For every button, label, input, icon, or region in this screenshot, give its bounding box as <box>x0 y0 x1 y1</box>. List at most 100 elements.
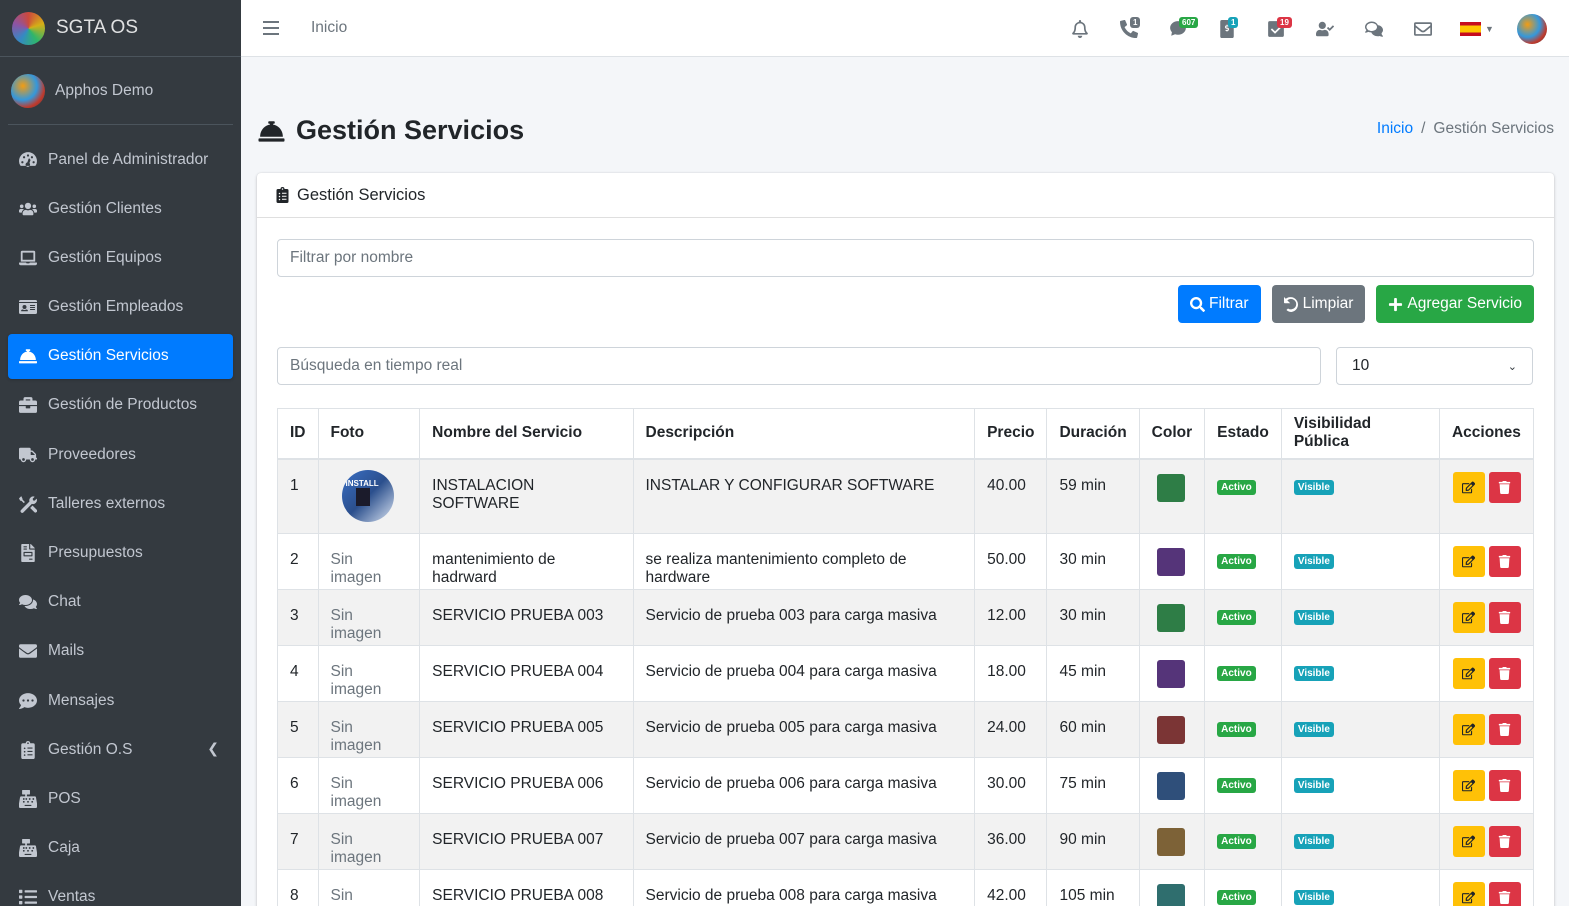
cell-duracion: 105 min <box>1046 869 1140 906</box>
sidebar-item-ventas[interactable]: Ventas <box>8 875 233 906</box>
delete-button[interactable] <box>1488 546 1521 577</box>
cell-precio: 12.00 <box>974 589 1048 646</box>
sidebar-item-gestion-de-productos[interactable]: Gestión de Productos <box>8 383 233 428</box>
cell-acciones <box>1438 701 1535 758</box>
edit-button[interactable] <box>1452 882 1485 906</box>
edit-icon <box>1462 555 1476 568</box>
sidebar: SGTA OS Apphos Demo Panel de Administrad… <box>0 0 241 906</box>
delete-button[interactable] <box>1488 471 1521 503</box>
top-home-link[interactable]: Inicio <box>311 19 347 37</box>
sidebar-item-gestion-empleados[interactable]: Gestión Empleados <box>8 285 233 330</box>
sidebar-nav: Panel de Administrador Gestión Clientes Ge… <box>0 137 241 906</box>
color-swatch <box>1156 548 1185 576</box>
edit-button[interactable] <box>1452 602 1485 633</box>
cell-acciones <box>1438 813 1535 870</box>
sidebar-item-caja[interactable]: Caja <box>8 826 233 871</box>
user-check-icon[interactable] <box>1300 0 1349 57</box>
edit-button[interactable] <box>1452 770 1485 801</box>
sidebar-item-proveedores[interactable]: Proveedores <box>8 432 233 477</box>
column-header-duracion[interactable]: Duración <box>1046 408 1140 460</box>
sidebar-item-chat[interactable]: Chat <box>8 580 233 625</box>
cell-precio: 50.00 <box>974 533 1048 590</box>
sidebar-item-talleres-externos[interactable]: Talleres externos <box>8 481 233 526</box>
sidebar-item-presupuestos[interactable]: Presupuestos <box>8 531 233 576</box>
thumb-text: INSTALL <box>345 478 379 488</box>
filter-button[interactable]: Filtrar <box>1177 285 1261 323</box>
tasks-icon[interactable]: 19 <box>1251 0 1300 57</box>
delete-button[interactable] <box>1488 770 1521 801</box>
sidebar-item-pos[interactable]: POS <box>8 776 233 821</box>
column-header-precio[interactable]: Precio <box>974 408 1048 460</box>
cell-estado: Activo <box>1204 701 1282 758</box>
sidebar-item-gestion-o-s[interactable]: Gestión O.S ❮ <box>8 727 233 772</box>
clear-button[interactable]: Limpiar <box>1271 285 1366 323</box>
user-panel[interactable]: Apphos Demo <box>8 57 233 125</box>
cell-acciones <box>1438 645 1535 702</box>
column-header-descripcion[interactable]: Descripción <box>632 408 976 460</box>
edit-button[interactable] <box>1452 546 1485 577</box>
cell-descripcion: Servicio de prueba 005 para carga masiva <box>632 701 976 758</box>
cell-descripcion: Servicio de prueba 006 para carga masiva <box>632 757 976 814</box>
visibility-badge: Visible <box>1293 554 1334 569</box>
cell-estado: Activo <box>1204 757 1282 814</box>
column-header-foto[interactable]: Foto <box>317 408 421 460</box>
phone-icon[interactable]: 1 <box>1104 0 1153 57</box>
sidebar-item-label: Mensajes <box>48 691 115 709</box>
edit-button[interactable] <box>1452 658 1485 689</box>
status-badge: Activo <box>1217 610 1256 625</box>
cell-estado: Activo <box>1204 458 1282 534</box>
column-header-estado[interactable]: Estado <box>1204 408 1282 460</box>
realtime-search-input[interactable] <box>277 347 1321 385</box>
column-header-acciones[interactable]: Acciones <box>1438 408 1535 460</box>
sidebar-item-panel-de-administrador[interactable]: Panel de Administrador <box>8 137 233 182</box>
cash-register-icon <box>18 789 38 809</box>
cell-foto: Sin imagen <box>317 869 421 906</box>
color-swatch <box>1156 716 1185 744</box>
whatsapp-icon[interactable]: 607 <box>1153 0 1202 57</box>
cell-id: 5 <box>277 701 319 758</box>
language-selector[interactable]: ▼ <box>1447 0 1507 57</box>
sidebar-item-gestion-clientes[interactable]: Gestión Clientes <box>8 186 233 231</box>
delete-button[interactable] <box>1488 882 1521 906</box>
sidebar-item-label: Caja <box>48 839 80 857</box>
comments-icon[interactable] <box>1349 0 1398 57</box>
page-size-select[interactable]: 10 ⌄ <box>1336 347 1533 385</box>
sidebar-item-mensajes[interactable]: Mensajes <box>8 678 233 723</box>
cell-precio: 18.00 <box>974 645 1048 702</box>
sidebar-item-gestion-equipos[interactable]: Gestión Equipos <box>8 235 233 280</box>
bell-icon[interactable] <box>1055 0 1104 57</box>
cell-foto: Sin imagen <box>317 589 421 646</box>
column-header-id[interactable]: ID <box>277 408 319 460</box>
add-service-button[interactable]: Agregar Servicio <box>1376 285 1534 323</box>
sidebar-item-gestion-servicios[interactable]: Gestión Servicios <box>8 333 233 379</box>
sidebar-item-label: Gestión Equipos <box>48 248 162 266</box>
delete-button[interactable] <box>1488 658 1521 689</box>
delete-button[interactable] <box>1488 602 1521 633</box>
delete-button[interactable] <box>1488 714 1521 745</box>
visibility-badge: Visible <box>1293 778 1334 793</box>
trash-icon <box>1498 555 1511 568</box>
edit-button[interactable] <box>1452 471 1485 503</box>
cell-id: 8 <box>277 869 319 906</box>
column-header-visibilidad-publica[interactable]: Visibilidad Pública <box>1280 408 1440 460</box>
delete-button[interactable] <box>1488 826 1521 857</box>
edit-button[interactable] <box>1452 714 1485 745</box>
brand-link[interactable]: SGTA OS <box>0 0 241 57</box>
edit-button[interactable] <box>1452 826 1485 857</box>
breadcrumb-home-link[interactable]: Inicio <box>1377 120 1413 137</box>
filter-name-input[interactable] <box>277 239 1534 277</box>
column-header-nombre-del-servicio[interactable]: Nombre del Servicio <box>419 408 634 460</box>
envelope-icon[interactable] <box>1398 0 1447 57</box>
column-header-color[interactable]: Color <box>1138 408 1206 460</box>
cell-estado: Activo <box>1204 645 1282 702</box>
menu-toggle-icon[interactable] <box>263 21 279 35</box>
top-user-avatar[interactable] <box>1517 13 1547 44</box>
comments-icon <box>18 592 38 612</box>
money-icon[interactable]: 1 <box>1202 0 1251 57</box>
cell-id: 4 <box>277 645 319 702</box>
filter-button-label: Filtrar <box>1208 295 1249 312</box>
cell-descripcion: Servicio de prueba 007 para carga masiva <box>632 813 976 870</box>
sidebar-item-mails[interactable]: Mails <box>8 629 233 674</box>
service-thumbnail[interactable]: INSTALL <box>341 469 394 522</box>
cell-nombre: INSTALACION SOFTWARE <box>419 458 634 534</box>
